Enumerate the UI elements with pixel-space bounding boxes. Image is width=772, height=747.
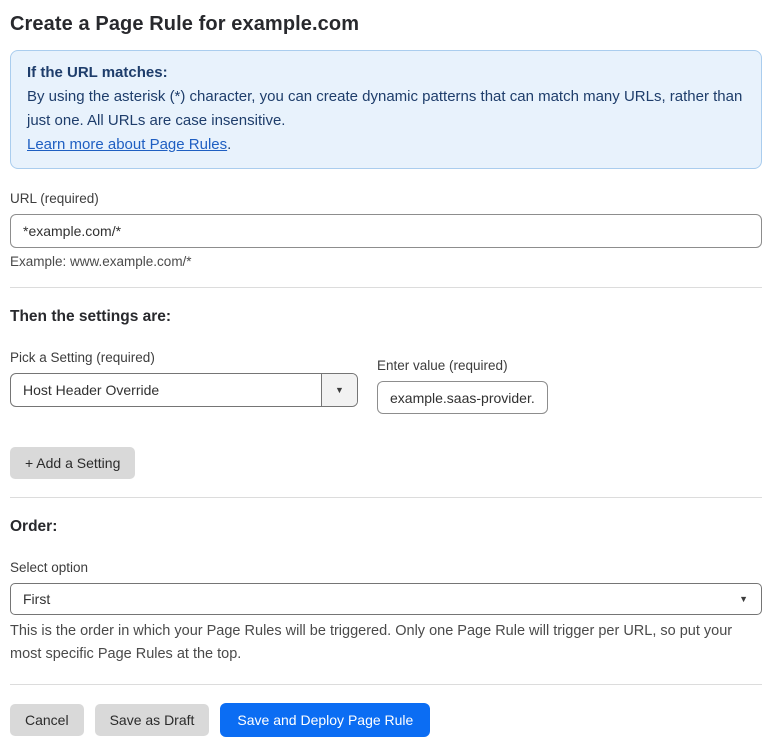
info-box-link-line: Learn more about Page Rules.: [27, 133, 745, 157]
info-box-heading: If the URL matches:: [27, 64, 168, 81]
link-period: .: [227, 136, 232, 153]
learn-more-link[interactable]: Learn more about Page Rules: [27, 136, 227, 153]
settings-section-heading: Then the settings are:: [10, 308, 172, 325]
order-helper-text: This is the order in which your Page Rul…: [10, 623, 733, 662]
order-select-value: First: [23, 591, 51, 607]
order-select-group: Select option First ▼ This is the order …: [10, 560, 762, 666]
url-matches-info-box: If the URL matches: By using the asteris…: [10, 50, 762, 169]
divider: [10, 684, 762, 685]
order-section-heading: Order:: [10, 518, 58, 535]
save-deploy-button[interactable]: Save and Deploy Page Rule: [220, 703, 431, 737]
setting-value-group: Enter value (required): [377, 350, 548, 414]
divider: [10, 497, 762, 498]
page-title: Create a Page Rule for example.com: [10, 13, 360, 35]
chevron-down-icon: ▼: [739, 594, 748, 604]
setting-select-group: Pick a Setting (required) Host Header Ov…: [10, 350, 358, 407]
setting-value-input[interactable]: [377, 381, 548, 414]
divider: [10, 287, 762, 288]
save-draft-button[interactable]: Save as Draft: [94, 704, 210, 736]
url-example-helper: Example: www.example.com/*: [10, 254, 192, 269]
url-field-label: URL (required): [10, 191, 99, 206]
url-input[interactable]: [10, 214, 762, 248]
url-field-group: URL (required) Example: www.example.com/…: [10, 191, 762, 269]
info-box-body: By using the asterisk (*) character, you…: [27, 88, 743, 129]
cancel-button[interactable]: Cancel: [10, 704, 84, 736]
order-select[interactable]: First ▼: [10, 583, 762, 615]
setting-select-label: Pick a Setting (required): [10, 350, 155, 365]
add-setting-button[interactable]: + Add a Setting: [10, 447, 136, 479]
setting-select[interactable]: Host Header Override ▼: [10, 373, 358, 407]
footer-actions: Cancel Save as Draft Save and Deploy Pag…: [10, 703, 762, 737]
order-select-label: Select option: [10, 560, 89, 575]
settings-row: Pick a Setting (required) Host Header Ov…: [10, 350, 762, 414]
setting-value-label: Enter value (required): [377, 358, 508, 373]
chevron-down-icon: ▼: [321, 374, 357, 406]
setting-select-value: Host Header Override: [23, 382, 160, 398]
